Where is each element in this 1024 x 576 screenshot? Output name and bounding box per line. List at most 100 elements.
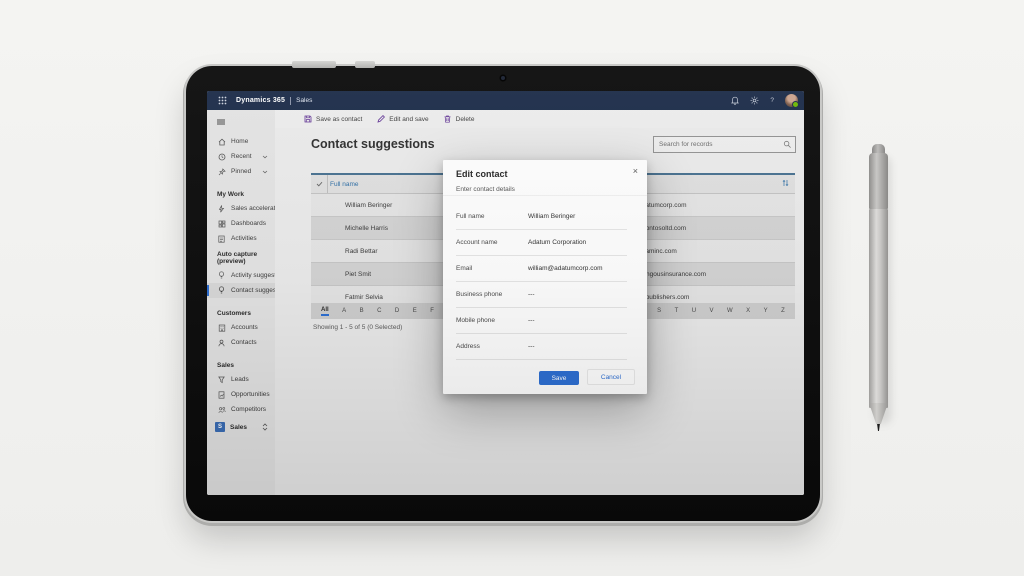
- sidebar-item-label: Dashboards: [231, 220, 266, 227]
- field-value[interactable]: William Beringer: [528, 213, 575, 220]
- sidebar-item-contacts[interactable]: Contacts: [207, 335, 275, 350]
- field-label: Address: [456, 343, 528, 350]
- record-count-status: Showing 1 - 5 of 5 (0 Selected): [313, 324, 402, 331]
- pen-body: [869, 209, 888, 408]
- photo-background: Dynamics 365 Sales ? Home Recent Pinned: [0, 0, 1024, 576]
- field-value[interactable]: ---: [528, 317, 535, 324]
- jumpbar-letter[interactable]: C: [377, 308, 381, 314]
- edit-contact-dialog: Edit contact × Enter contact details Ful…: [443, 160, 647, 394]
- user-avatar[interactable]: [785, 94, 798, 107]
- command-label: Save as contact: [316, 116, 362, 123]
- sidebar-item-label: Pinned: [231, 168, 251, 175]
- sidebar-item-label: Competitors: [231, 406, 266, 413]
- help-icon[interactable]: ?: [770, 97, 774, 104]
- field-email: Emailwilliam@adatumcorp.com: [456, 256, 627, 282]
- presence-dot: [792, 101, 799, 108]
- area-label: Sales: [230, 424, 247, 431]
- sidebar-section-auto-capture: Auto capture (preview): [207, 246, 275, 268]
- sidebar-item-label: Contact suggestions: [231, 287, 275, 294]
- sidebar-item-recent[interactable]: Recent: [207, 149, 275, 164]
- sidebar-item-home[interactable]: Home: [207, 134, 275, 149]
- notifications-icon[interactable]: [731, 92, 739, 110]
- close-icon[interactable]: ×: [633, 166, 638, 176]
- hamburger-button[interactable]: [207, 110, 275, 134]
- sidebar-item-label: Home: [231, 138, 248, 145]
- sidebar-section-sales: Sales: [207, 350, 275, 372]
- record-search-box: [653, 136, 796, 153]
- sidebar-item-activity-suggestions[interactable]: Activity suggestions: [207, 268, 275, 283]
- sidebar-item-label: Contacts: [231, 339, 257, 346]
- search-icon[interactable]: [783, 140, 792, 149]
- chevron-down-icon[interactable]: [262, 155, 268, 159]
- pencil-icon: [376, 115, 385, 123]
- edit-and-save-button[interactable]: Edit and save: [376, 115, 428, 123]
- sidebar-item-label: Leads: [231, 376, 249, 383]
- sidebar-item-competitors[interactable]: Competitors: [207, 402, 275, 417]
- pin-icon: [217, 168, 226, 176]
- jumpbar-letter[interactable]: U: [692, 308, 696, 314]
- jumpbar-letter[interactable]: W: [727, 308, 733, 314]
- area-switcher[interactable]: S Sales: [207, 419, 275, 435]
- lightbulb-icon: [217, 286, 226, 295]
- volume-button: [292, 61, 336, 68]
- area-badge: S: [215, 422, 225, 432]
- sidebar-item-sales-accelerator[interactable]: Sales accelerator (pr...: [207, 201, 275, 216]
- jumpbar-letter[interactable]: B: [360, 308, 364, 314]
- settings-gear-icon[interactable]: [750, 92, 759, 110]
- chevron-down-icon[interactable]: [262, 170, 268, 174]
- jumpbar-letter[interactable]: T: [675, 308, 679, 314]
- building-icon: [217, 324, 226, 332]
- surface-tablet: Dynamics 365 Sales ? Home Recent Pinned: [186, 66, 820, 521]
- app-name: Sales: [296, 97, 312, 104]
- jumpbar-letter[interactable]: S: [657, 308, 661, 314]
- sidebar-item-contact-suggestions[interactable]: Contact suggestions: [207, 283, 275, 298]
- funnel-icon: [217, 376, 226, 384]
- top-navbar: Dynamics 365 Sales ?: [207, 91, 804, 110]
- jumpbar-letter[interactable]: V: [710, 308, 714, 314]
- save-button[interactable]: Save: [539, 371, 579, 385]
- sidebar-item-opportunities[interactable]: Opportunities: [207, 387, 275, 402]
- sidebar-item-dashboards[interactable]: Dashboards: [207, 216, 275, 231]
- sidebar-item-label: Activities: [231, 235, 257, 242]
- jumpbar-letter[interactable]: Y: [764, 308, 768, 314]
- field-label: Account name: [456, 239, 528, 246]
- jumpbar-letter[interactable]: D: [395, 308, 399, 314]
- brand-divider: [290, 97, 291, 105]
- jumpbar-letter[interactable]: All: [321, 307, 329, 316]
- jumpbar-letter[interactable]: A: [342, 308, 346, 314]
- save-icon: [303, 115, 312, 123]
- trash-icon: [443, 115, 452, 123]
- jumpbar-letter[interactable]: E: [413, 308, 417, 314]
- sidebar-item-pinned[interactable]: Pinned: [207, 164, 275, 179]
- sidebar-item-label: Sales accelerator (pr...: [231, 205, 275, 212]
- field-value[interactable]: william@adatumcorp.com: [528, 265, 603, 272]
- field-label: Business phone: [456, 291, 528, 298]
- sort-icon[interactable]: [782, 179, 789, 189]
- field-business-phone: Business phone---: [456, 282, 627, 308]
- sidebar-item-leads[interactable]: Leads: [207, 372, 275, 387]
- jumpbar-letter[interactable]: Z: [781, 308, 785, 314]
- field-value[interactable]: ---: [528, 343, 535, 350]
- field-value[interactable]: Adatum Corporation: [528, 239, 586, 246]
- field-label: Mobile phone: [456, 317, 528, 324]
- chart-icon: [217, 391, 226, 399]
- jumpbar-letter[interactable]: F: [430, 308, 434, 314]
- field-value[interactable]: ---: [528, 291, 535, 298]
- jumpbar-letter[interactable]: X: [746, 308, 750, 314]
- delete-button[interactable]: Delete: [443, 115, 475, 123]
- search-input[interactable]: [654, 141, 783, 148]
- field-address: Address---: [456, 334, 627, 360]
- waffle-icon[interactable]: [218, 96, 227, 105]
- sidebar-item-label: Opportunities: [231, 391, 270, 398]
- cancel-button[interactable]: Cancel: [587, 369, 635, 385]
- save-as-contact-button[interactable]: Save as contact: [303, 115, 362, 123]
- person-icon: [217, 339, 226, 347]
- sidebar-item-label: Activity suggestions: [231, 272, 275, 279]
- app-brand: Dynamics 365: [236, 97, 285, 104]
- page-title: Contact suggestions: [311, 137, 435, 151]
- sidebar-item-accounts[interactable]: Accounts: [207, 320, 275, 335]
- select-all-checkbox[interactable]: [311, 175, 328, 193]
- sidebar-item-activities[interactable]: Activities: [207, 231, 275, 246]
- main-pane: Save as contact Edit and save Delete Con…: [275, 110, 804, 495]
- field-mobile-phone: Mobile phone---: [456, 308, 627, 334]
